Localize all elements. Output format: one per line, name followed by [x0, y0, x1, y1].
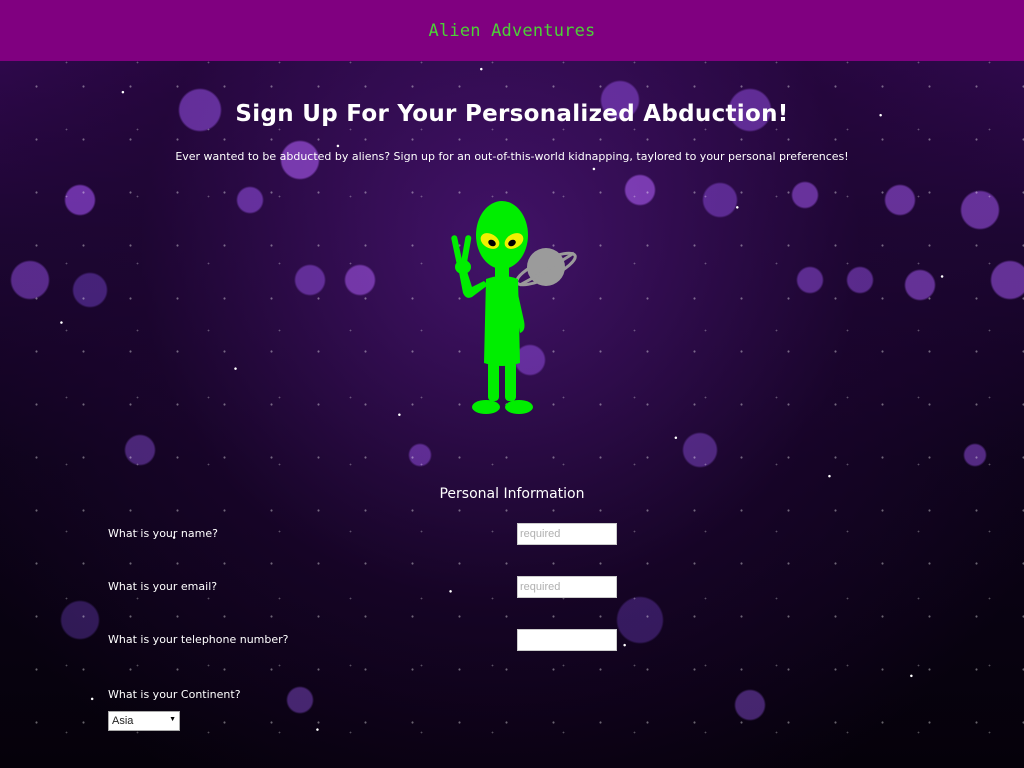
intro-text: Ever wanted to be abducted by aliens? Si…	[175, 150, 849, 163]
site-header: Alien Adventures	[0, 0, 1024, 61]
hero-illustration	[448, 201, 588, 423]
continent-selected-value: Asia	[112, 715, 134, 727]
signup-page: Sign Up For Your Personalized Abduction!…	[0, 61, 1024, 768]
page-title: Sign Up For Your Personalized Abduction!	[235, 101, 789, 127]
continent-label: What is your Continent?	[108, 688, 241, 701]
phone-label: What is your telephone number?	[108, 633, 289, 646]
email-input[interactable]	[517, 576, 617, 598]
phone-row: What is your telephone number?	[108, 629, 618, 653]
email-label: What is your email?	[108, 580, 218, 593]
name-row: What is your name?	[108, 523, 618, 547]
name-input[interactable]	[517, 523, 617, 545]
caret-down-icon: ▼	[169, 716, 176, 723]
alien-peace-sign-icon	[451, 201, 577, 414]
phone-input[interactable]	[517, 629, 617, 651]
site-title[interactable]: Alien Adventures	[429, 21, 596, 41]
section-title-personal-info: Personal Information	[439, 486, 585, 502]
email-row: What is your email?	[108, 576, 618, 600]
continent-select[interactable]: Asia ▼	[108, 711, 180, 731]
alien-figure	[451, 201, 533, 414]
name-label: What is your name?	[108, 527, 218, 540]
